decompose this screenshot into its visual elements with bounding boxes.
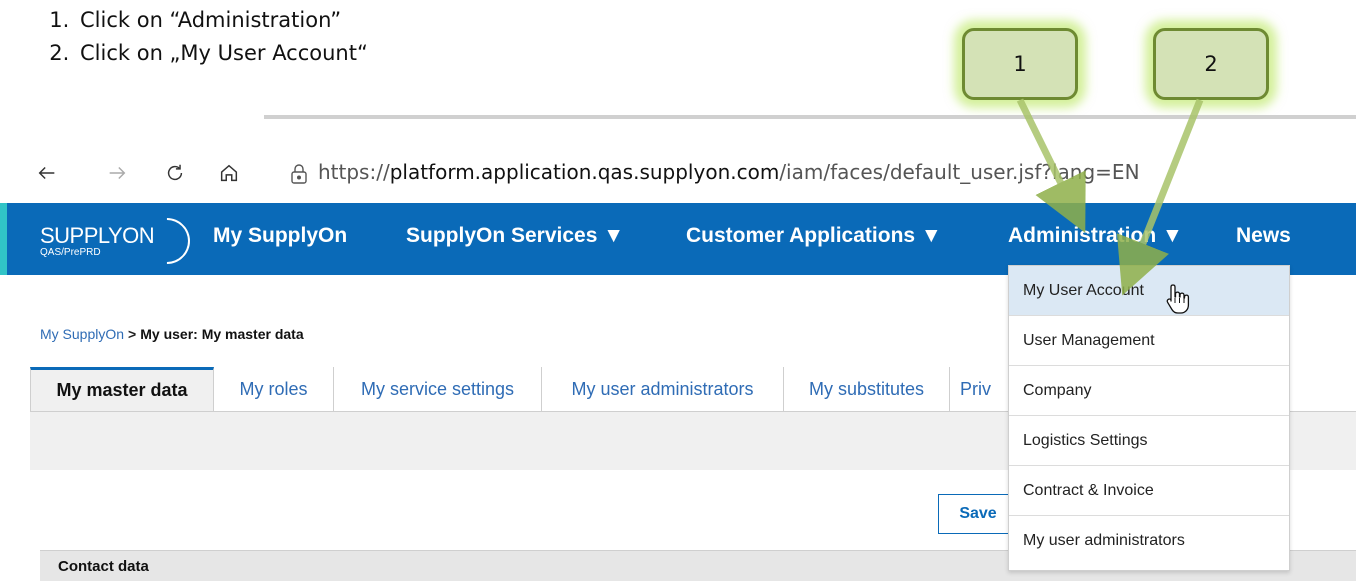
tab-my-roles[interactable]: My roles <box>214 367 334 411</box>
instruction-step-1: Click on “Administration” <box>76 4 368 37</box>
nav-customer-applications[interactable]: Customer Applications ▼ <box>686 224 942 248</box>
callout-1: 1 <box>962 28 1078 100</box>
breadcrumb-link-my-supplyon[interactable]: My SupplyOn <box>40 326 124 342</box>
navbar-accent <box>0 203 7 275</box>
callout-2: 2 <box>1153 28 1269 100</box>
back-arrow-icon[interactable] <box>32 158 62 188</box>
browser-frame-edge <box>264 115 1356 119</box>
reload-icon[interactable] <box>160 158 190 188</box>
logo-text: SUPPLYON <box>40 223 155 248</box>
address-bar[interactable]: https://platform.application.qas.supplyo… <box>318 160 1140 184</box>
url-path: /iam/faces/default_user.jsf?lang=EN <box>779 160 1140 184</box>
supplyon-logo[interactable]: SUPPLYON QAS/PrePRD <box>40 208 200 274</box>
contact-data-title: Contact data <box>58 558 149 575</box>
tab-my-service-settings[interactable]: My service settings <box>334 367 542 411</box>
menu-item-company[interactable]: Company <box>1009 366 1289 416</box>
breadcrumb-current: My user: My master data <box>140 326 304 342</box>
tab-my-user-administrators[interactable]: My user administrators <box>542 367 784 411</box>
administration-dropdown: My User Account User Management Company … <box>1008 265 1290 571</box>
instruction-step-2: Click on „My User Account“ <box>76 37 368 70</box>
menu-item-contract-invoice[interactable]: Contract & Invoice <box>1009 466 1289 516</box>
nav-administration[interactable]: Administration ▼ <box>1008 224 1183 248</box>
logo-ring-icon <box>134 208 200 274</box>
nav-supplyon-services[interactable]: SupplyOn Services ▼ <box>406 224 624 248</box>
save-button[interactable]: Save <box>938 494 1018 534</box>
lock-icon[interactable] <box>290 164 308 184</box>
hand-cursor-icon <box>1166 284 1190 314</box>
menu-item-user-management[interactable]: User Management <box>1009 316 1289 366</box>
breadcrumb-separator: > <box>128 326 137 342</box>
url-prefix: https:// <box>318 160 390 184</box>
home-icon[interactable] <box>214 158 244 188</box>
url-host: platform.application.qas.supplyon.com <box>389 160 780 184</box>
forward-arrow-icon[interactable] <box>102 158 132 188</box>
breadcrumb: My SupplyOn > My user: My master data <box>40 326 304 342</box>
tab-my-master-data[interactable]: My master data <box>30 367 214 411</box>
menu-item-my-user-administrators[interactable]: My user administrators <box>1009 516 1289 566</box>
nav-my-supplyon[interactable]: My SupplyOn <box>213 224 347 248</box>
menu-item-logistics-settings[interactable]: Logistics Settings <box>1009 416 1289 466</box>
instruction-list: Click on “Administration” Click on „My U… <box>40 4 368 70</box>
tab-my-substitutes[interactable]: My substitutes <box>784 367 950 411</box>
nav-news[interactable]: News <box>1236 224 1291 248</box>
tab-privacy[interactable]: Priv <box>950 367 1008 411</box>
menu-item-my-user-account[interactable]: My User Account <box>1009 266 1289 316</box>
